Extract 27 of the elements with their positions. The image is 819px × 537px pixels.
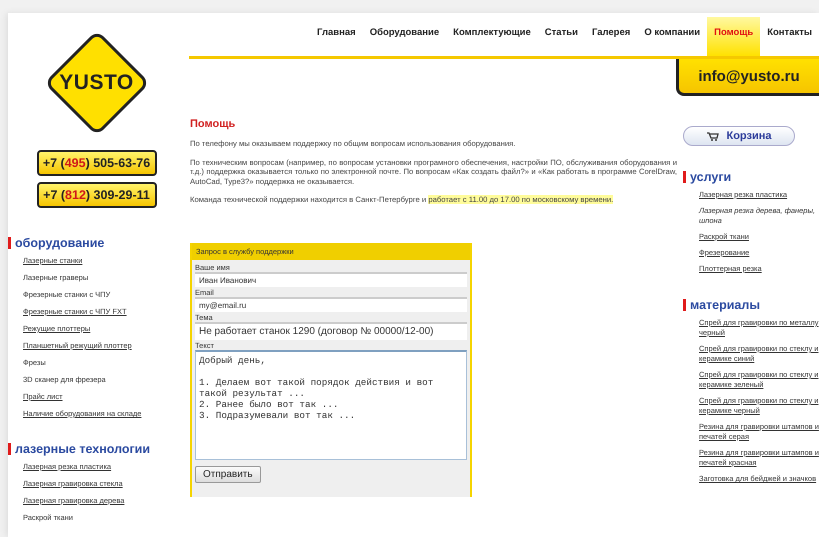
cart-button[interactable]: Корзина (683, 126, 795, 146)
cart-icon (706, 132, 718, 140)
input-field[interactable]: my@email.ru (195, 296, 467, 312)
heading-marker (8, 443, 11, 455)
phone-number: +7 (495) 505-63-76 (36, 150, 156, 176)
heading-marker (683, 299, 686, 311)
section-title: лазерные технологии (15, 442, 150, 456)
phone-number: +7 (812) 309-29-11 (36, 182, 156, 208)
section-title: оборудование (15, 236, 104, 250)
email-badge: info@yusto.ru (676, 59, 819, 96)
nav-tab[interactable]: Главная (310, 17, 363, 56)
nav-tab[interactable]: Галерея (584, 17, 638, 56)
input-field[interactable]: Иван Иванович (195, 272, 467, 286)
heading-marker (8, 237, 11, 249)
input-field[interactable]: Не работает станок 1290 (договор № 00000/12-00) (195, 322, 467, 340)
nav-tab[interactable]: Статьи (538, 17, 585, 56)
submit-button[interactable]: Отправить (195, 466, 261, 482)
section-title: услуги (690, 170, 732, 184)
nav-tab[interactable]: Оборудование (362, 17, 446, 56)
nav-tab[interactable]: Контакты (760, 17, 819, 56)
message-field[interactable]: Добрый день, 1. Делаем вот такой порядок действия и вот такой результат ... 2. Ранее было вот так ... 3. Подразумевали вот так ... (195, 350, 467, 460)
section-title: материалы (690, 298, 760, 312)
nav-tab[interactable]: Помощь (707, 17, 760, 56)
page-title: Помощь (190, 118, 236, 130)
nav-tab[interactable]: О компании (637, 17, 708, 56)
heading-marker (683, 171, 686, 183)
nav-tab[interactable]: Комплектующие (446, 17, 538, 56)
